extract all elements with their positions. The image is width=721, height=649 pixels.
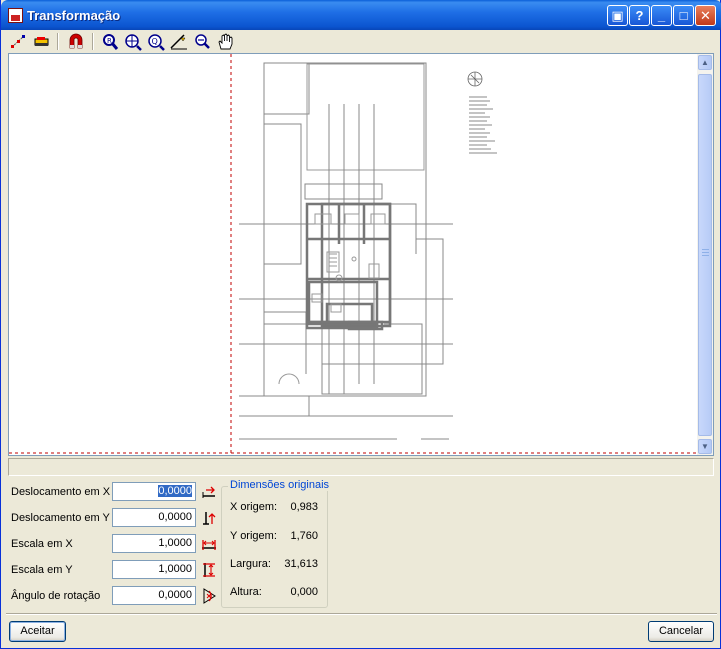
- height-value: 0,000: [290, 586, 318, 598]
- pan-hand-icon[interactable]: [215, 32, 235, 51]
- eraser-icon[interactable]: [32, 32, 52, 51]
- floor-plan-drawing: [9, 54, 697, 455]
- help-book-button[interactable]: ▣: [607, 5, 628, 26]
- status-bar: [8, 458, 714, 476]
- y-origin-value: 1,760: [290, 530, 318, 542]
- zoom-previous-icon[interactable]: [192, 32, 212, 51]
- zoom-extents-icon[interactable]: Q: [146, 32, 166, 51]
- scale-y-icon: [201, 562, 217, 578]
- offset-x-value: 0,0000: [158, 485, 192, 497]
- offset-y-label: Deslocamento em Y: [11, 512, 110, 524]
- zoom-realtime-icon[interactable]: R: [100, 32, 120, 51]
- offset-x-icon: [201, 484, 217, 500]
- toolbar-separator: [57, 33, 59, 50]
- scale-y-input[interactable]: 1,0000: [112, 560, 196, 579]
- scroll-up-button[interactable]: ▲: [698, 55, 712, 70]
- scrollbar-grip: [702, 249, 709, 250]
- title-bar[interactable]: Transformação ▣ ? _ □ ✕: [1, 0, 721, 30]
- app-drawing-icon: [8, 8, 23, 23]
- x-origin-value: 0,983: [290, 501, 318, 513]
- window-title: Transformação: [27, 8, 121, 23]
- zoom-window-icon[interactable]: [123, 32, 143, 51]
- magnet-icon[interactable]: [66, 32, 86, 51]
- scale-y-label: Escala em Y: [11, 564, 73, 576]
- scrollbar-grip: [702, 255, 709, 256]
- x-origin-label: X origem:: [230, 501, 278, 513]
- scale-x-input[interactable]: 1,0000: [112, 534, 196, 553]
- scale-x-label: Escala em X: [11, 538, 73, 550]
- close-button[interactable]: ✕: [695, 5, 716, 26]
- help-button[interactable]: ?: [629, 5, 650, 26]
- offset-y-icon: [201, 510, 217, 526]
- offset-x-input[interactable]: 0,0000: [112, 482, 196, 501]
- height-label: Altura:: [230, 586, 262, 598]
- offset-x-label: Deslocamento em X: [11, 486, 111, 498]
- y-origin-label: Y origem:: [230, 530, 277, 542]
- minimize-button[interactable]: _: [651, 5, 672, 26]
- accept-button[interactable]: Aceitar: [9, 621, 66, 642]
- rotation-label: Ângulo de rotação: [11, 590, 101, 602]
- toolbar-separator: [92, 33, 94, 50]
- drawing-canvas[interactable]: [9, 54, 697, 455]
- measure-icon[interactable]: [169, 32, 189, 51]
- drawing-viewport[interactable]: ▲ ▼: [8, 53, 714, 456]
- width-label: Largura:: [230, 558, 271, 570]
- rotation-icon: [201, 588, 217, 604]
- scrollbar-grip: [702, 252, 709, 253]
- rotation-input[interactable]: 0,0000: [112, 586, 196, 605]
- vertical-scrollbar[interactable]: ▲ ▼: [697, 54, 713, 455]
- original-dimensions-title: Dimensões originais: [228, 479, 332, 491]
- svg-text:Q: Q: [152, 37, 158, 46]
- scale-x-icon: [201, 536, 217, 552]
- transform-dialog: Transformação ▣ ? _ □ ✕ R Q ▲ ▼ Deslocam…: [0, 0, 721, 649]
- scroll-down-button[interactable]: ▼: [698, 439, 712, 454]
- scrollbar-thumb[interactable]: [698, 74, 712, 436]
- snap-points-icon[interactable]: [9, 32, 29, 51]
- toolbar: R Q: [1, 30, 721, 53]
- width-value: 31,613: [284, 558, 318, 570]
- offset-y-input[interactable]: 0,0000: [112, 508, 196, 527]
- svg-text:R: R: [107, 37, 112, 45]
- cancel-button[interactable]: Cancelar: [648, 621, 714, 642]
- maximize-button[interactable]: □: [673, 5, 694, 26]
- bottom-divider: [6, 613, 717, 615]
